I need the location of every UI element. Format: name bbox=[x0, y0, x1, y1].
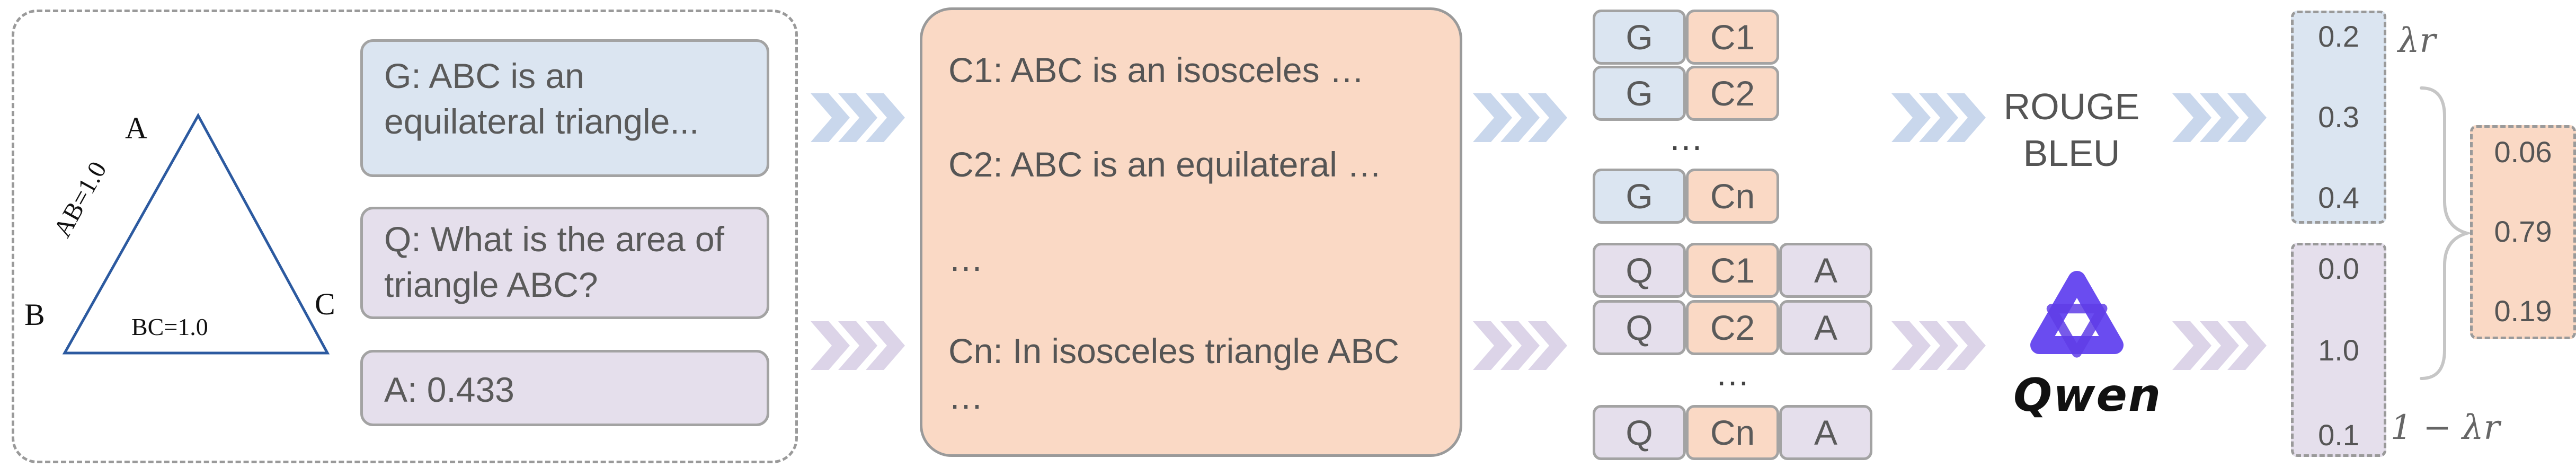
pair-top-n-c: Cn bbox=[1686, 169, 1779, 224]
lambda-top-label: λr bbox=[2398, 21, 2436, 60]
chevron-icon bbox=[1891, 93, 1931, 142]
candidate-2: C2: ABC is an equilateral … bbox=[948, 145, 1382, 184]
arrow-metrics-to-scores bbox=[2172, 93, 2267, 142]
pair-top-1-g: G bbox=[1593, 10, 1686, 65]
pair-top-2-c: C2 bbox=[1686, 66, 1779, 121]
score-top-1: 0.2 bbox=[2318, 20, 2359, 53]
pair-top-n-g: G bbox=[1593, 169, 1686, 224]
final-score-3: 0.19 bbox=[2494, 294, 2552, 328]
metric-rouge: ROUGE bbox=[2003, 86, 2140, 127]
arrow-input-to-candidates-top bbox=[811, 93, 905, 142]
arrow-input-to-candidates-bottom bbox=[811, 321, 905, 370]
pair-bottom-2-c: C2 bbox=[1686, 300, 1779, 355]
chevron-icon bbox=[1473, 321, 1512, 370]
pair-bottom-ellipsis: … bbox=[1715, 354, 1750, 393]
metric-bleu: BLEU bbox=[2023, 133, 2120, 174]
pair-bottom-n-q: Q bbox=[1593, 405, 1686, 460]
pair-bottom-1-q: Q bbox=[1593, 243, 1686, 298]
qwen-logo-icon bbox=[2030, 271, 2124, 358]
arrow-candidates-to-pairs-top bbox=[1473, 93, 1567, 142]
chevron-icon bbox=[811, 321, 850, 370]
arrow-qwen-to-scores bbox=[2172, 321, 2267, 370]
score-bottom-2: 1.0 bbox=[2318, 333, 2359, 367]
qwen-wordmark: Qwen bbox=[2013, 369, 2162, 422]
pair-bottom-1-c: C1 bbox=[1686, 243, 1779, 298]
candidate-n: Cn: In isosceles triangle ABC … bbox=[948, 331, 1400, 416]
chevron-icon bbox=[811, 93, 850, 142]
arrow-pairs-to-qwen bbox=[1891, 321, 1986, 370]
pair-top-2-g: G bbox=[1593, 66, 1686, 121]
score-bottom-3: 0.1 bbox=[2318, 418, 2359, 452]
chevron-icon bbox=[2172, 93, 2211, 142]
chevron-icon bbox=[1891, 321, 1931, 370]
pair-bottom-n-a: A bbox=[1779, 405, 1872, 460]
pair-bottom-n-c: Cn bbox=[1686, 405, 1779, 460]
final-score-2: 0.79 bbox=[2494, 215, 2552, 248]
chevron-icon bbox=[2172, 321, 2211, 370]
candidate-1: C1: ABC is an isosceles … bbox=[948, 50, 1364, 90]
pair-bottom-1-a: A bbox=[1779, 243, 1872, 298]
pair-bottom-2-q: Q bbox=[1593, 300, 1686, 355]
score-top-2: 0.3 bbox=[2318, 100, 2359, 134]
lambda-bottom-label: 1 − λr bbox=[2391, 408, 2500, 447]
chevron-icon bbox=[1473, 93, 1512, 142]
pair-top-1-c: C1 bbox=[1686, 10, 1779, 65]
pair-bottom-2-a: A bbox=[1779, 300, 1872, 355]
arrow-pairs-to-metrics bbox=[1891, 93, 1986, 142]
score-bottom-1: 0.0 bbox=[2318, 252, 2359, 285]
pair-top-ellipsis: … bbox=[1668, 118, 1703, 157]
final-score-1: 0.06 bbox=[2494, 135, 2552, 169]
candidate-ellipsis: … bbox=[948, 239, 983, 278]
arrow-candidates-to-pairs-bottom bbox=[1473, 321, 1567, 370]
score-top-3: 0.4 bbox=[2318, 181, 2359, 214]
